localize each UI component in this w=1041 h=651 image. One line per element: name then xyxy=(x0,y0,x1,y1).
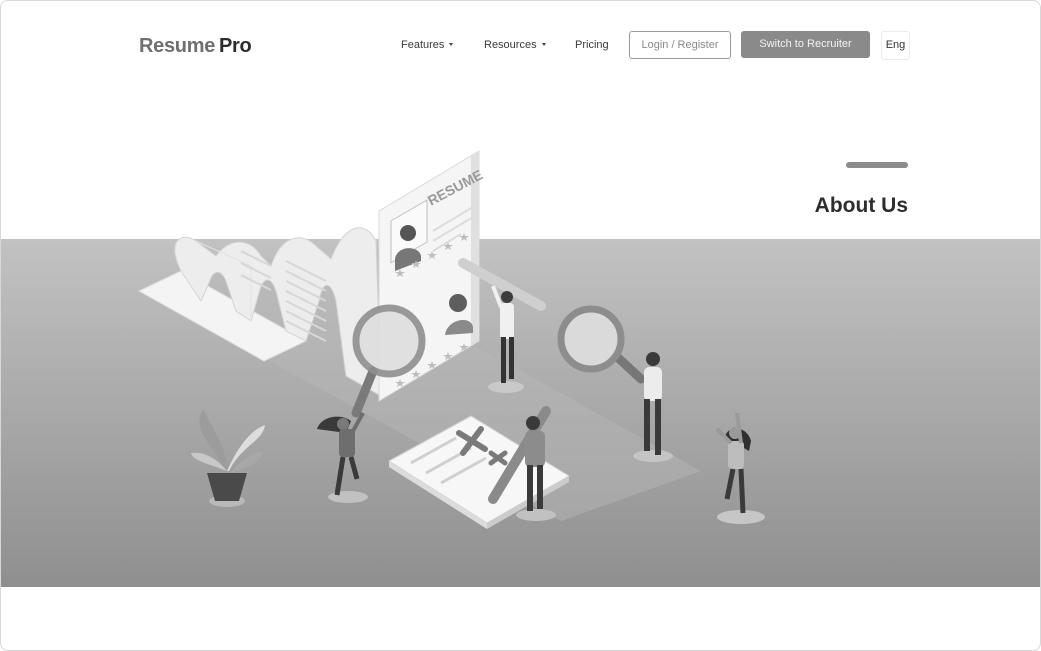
person-figure xyxy=(317,412,368,503)
person-figure xyxy=(715,412,765,524)
hero-illustration: RESUME xyxy=(137,150,765,529)
magnifier-icon xyxy=(557,305,646,384)
page-frame: Resume Pro Features Resources Pricing Log… xyxy=(0,0,1041,651)
plant-icon xyxy=(191,409,265,507)
